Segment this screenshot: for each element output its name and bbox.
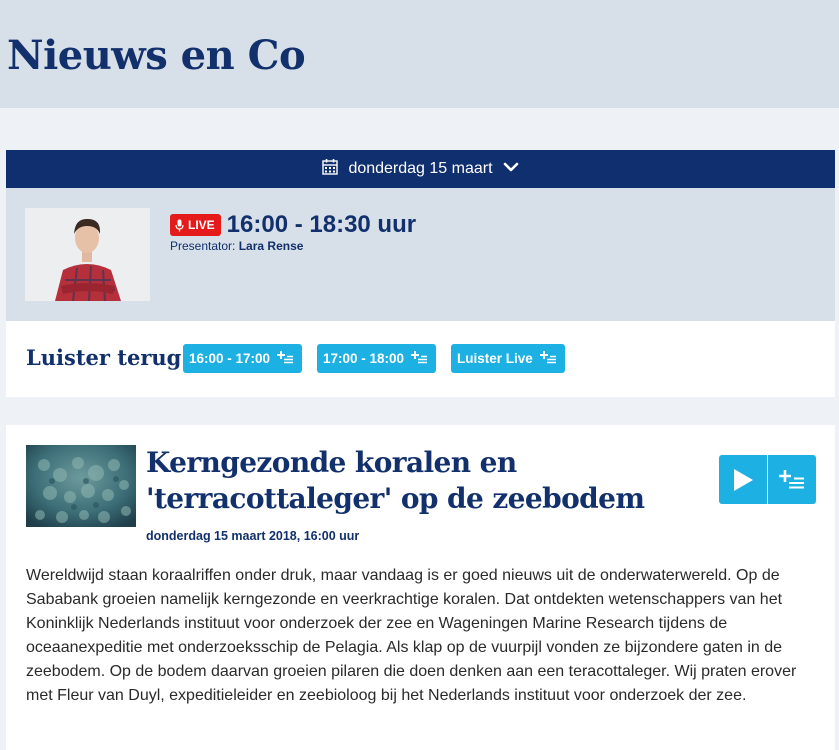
article-thumbnail[interactable] <box>26 445 136 527</box>
article-title[interactable]: Kerngezonde koralen en 'terracottaleger'… <box>146 445 706 517</box>
presenter-line: Presentator: Lara Rense <box>170 239 303 253</box>
listen-back-panel: Luister terug 16:00 - 17:00 17:00 - 18:0… <box>6 321 835 397</box>
listen-live-button[interactable]: Luister Live <box>451 344 565 373</box>
add-to-playlist-icon <box>539 350 557 368</box>
page-title: Nieuws en Co <box>7 32 306 79</box>
current-show-panel: LIVE 16:00 - 18:30 uur Presentator: Lara… <box>6 188 835 321</box>
presenter-label: Presentator: <box>170 239 236 253</box>
calendar-icon <box>322 158 339 180</box>
date-label: donderdag 15 maart <box>348 160 493 177</box>
date-selector[interactable]: donderdag 15 maart <box>6 150 835 188</box>
add-to-playlist-icon <box>411 350 428 368</box>
play-icon <box>734 468 753 491</box>
microphone-icon <box>175 219 184 231</box>
listen-back-label: 17:00 - 18:00 <box>323 351 405 366</box>
listen-back-button-1700[interactable]: 17:00 - 18:00 <box>317 344 437 373</box>
play-button[interactable] <box>719 455 767 504</box>
live-row: LIVE 16:00 - 18:30 uur <box>170 211 416 239</box>
add-to-playlist-icon <box>277 350 294 368</box>
chevron-down-icon <box>503 160 519 178</box>
presenter-photo <box>25 208 150 301</box>
live-badge: LIVE <box>170 214 221 236</box>
add-to-playlist-button[interactable] <box>768 455 816 504</box>
add-to-playlist-icon <box>779 469 804 488</box>
presenter-name: Lara Rense <box>238 239 304 253</box>
article-body: Wereldwijd staan koraalriffen onder druk… <box>26 567 797 704</box>
listen-live-label: Luister Live <box>457 351 533 366</box>
listen-back-button-1600[interactable]: 16:00 - 17:00 <box>183 344 303 373</box>
show-time: 16:00 - 18:30 uur <box>226 211 417 238</box>
listen-back-title: Luister terug <box>26 345 182 370</box>
page-header: Nieuws en Co <box>0 0 839 108</box>
article-card: Kerngezonde koralen en 'terracottaleger'… <box>6 425 835 750</box>
live-label: LIVE <box>188 218 215 232</box>
listen-back-label: 16:00 - 17:00 <box>189 351 271 366</box>
article-date: donderdag 15 maart 2018, 16:00 uur <box>146 529 360 543</box>
